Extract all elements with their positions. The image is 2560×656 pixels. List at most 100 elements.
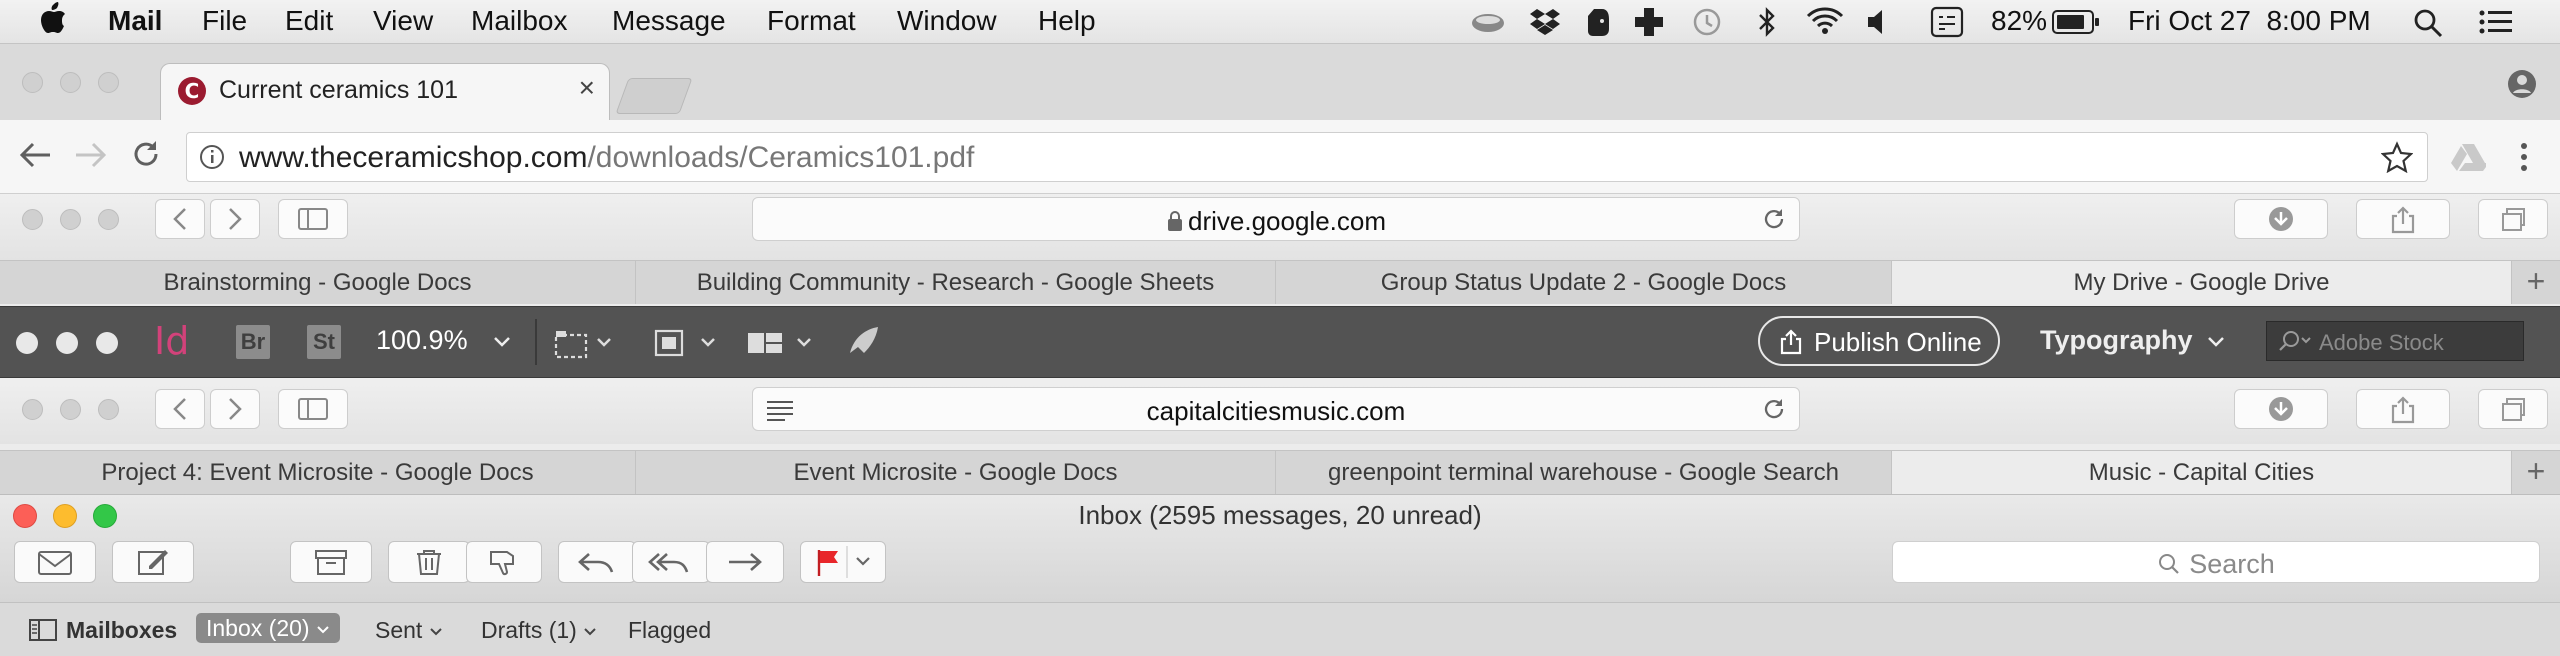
safari1-sidebar-button[interactable] (278, 199, 348, 239)
zoom-level[interactable]: 100.9% (376, 325, 468, 356)
fav-mailboxes[interactable]: Mailboxes (66, 617, 177, 644)
safari1-zoom-button[interactable] (98, 209, 119, 230)
dropbox-icon[interactable] (1528, 7, 1562, 37)
menu-window[interactable]: Window (897, 5, 997, 37)
safari1-reload-icon[interactable] (1761, 206, 1787, 232)
google-drive-extension-icon[interactable] (2450, 142, 2486, 172)
time-machine-icon[interactable] (1690, 7, 1722, 37)
apple-icon[interactable] (38, 2, 68, 36)
delete-button[interactable] (388, 541, 470, 583)
safari2-downloads-button[interactable] (2234, 389, 2328, 429)
safari1-tabs-button[interactable] (2478, 199, 2548, 239)
chrome-address-bar[interactable]: www.theceramicshop.com/downloads/Ceramic… (186, 132, 2428, 182)
fav-sent[interactable]: Sent (375, 617, 443, 644)
reply-button[interactable] (558, 541, 636, 583)
menu-edit[interactable]: Edit (285, 5, 333, 37)
plus-app-icon[interactable] (1633, 6, 1665, 38)
safari2-sidebar-button[interactable] (278, 389, 348, 429)
safari2-new-tab-icon[interactable]: + (2512, 451, 2560, 494)
safari2-forward-button[interactable] (210, 389, 260, 429)
safari2-tab[interactable]: Project 4: Event Microsite - Google Docs (0, 451, 636, 494)
chrome-close-button[interactable] (22, 72, 43, 93)
safari1-forward-button[interactable] (210, 199, 260, 239)
safari2-address-bar[interactable]: capitalcitiesmusic.com (752, 387, 1800, 431)
indesign-close-button[interactable] (16, 332, 38, 354)
reload-icon[interactable] (130, 138, 162, 170)
workspace-switcher[interactable]: Typography (2040, 325, 2193, 356)
chrome-menu-icon[interactable] (2518, 141, 2530, 173)
flag-button[interactable] (800, 541, 886, 583)
menu-app-name[interactable]: Mail (108, 5, 162, 37)
menu-message[interactable]: Message (612, 5, 726, 37)
site-info-icon[interactable] (199, 144, 225, 170)
menubar-clock[interactable]: Fri Oct 27 8:00 PM (2128, 5, 2371, 37)
workspace-chevron-icon[interactable] (2206, 335, 2226, 349)
publish-online-button[interactable]: Publish Online (1758, 316, 2000, 366)
safari2-tab-active[interactable]: Music - Capital Cities (1892, 451, 2512, 494)
safari1-share-button[interactable] (2356, 199, 2450, 239)
adobe-stock-search[interactable]: Adobe Stock (2266, 321, 2524, 361)
safari1-tab[interactable]: Building Community - Research - Google S… (636, 261, 1276, 304)
indesign-minimize-button[interactable] (56, 332, 78, 354)
forward-button[interactable] (706, 541, 784, 583)
wifi-icon[interactable] (1805, 6, 1845, 36)
menu-file[interactable]: File (202, 5, 247, 37)
chrome-zoom-button[interactable] (98, 72, 119, 93)
volume-icon[interactable] (1866, 8, 1892, 36)
menu-help[interactable]: Help (1038, 5, 1096, 37)
adobe-stock-app-button[interactable]: St (307, 325, 341, 359)
safari2-tab[interactable]: Event Microsite - Google Docs (636, 451, 1276, 494)
menu-mailbox[interactable]: Mailbox (471, 5, 567, 37)
safari1-new-tab-icon[interactable]: + (2512, 261, 2560, 304)
view-options-icon[interactable] (650, 327, 720, 359)
safari1-tab[interactable]: Brainstorming - Google Docs (0, 261, 636, 304)
fav-drafts[interactable]: Drafts (1) (481, 617, 597, 644)
gpu-performance-icon[interactable] (844, 323, 884, 363)
close-tab-icon[interactable]: × (579, 72, 595, 104)
input-menu-icon[interactable] (1930, 6, 1964, 38)
fav-inbox[interactable]: Inbox (20) (196, 613, 340, 643)
menu-format[interactable]: Format (767, 5, 856, 37)
safari2-reload-icon[interactable] (1761, 396, 1787, 422)
bridge-button[interactable]: Br (236, 325, 270, 359)
menu-view[interactable]: View (373, 5, 433, 37)
mail-search-field[interactable]: Search (1892, 541, 2540, 583)
safari1-address-bar[interactable]: drive.google.com (752, 197, 1800, 241)
safari2-close-button[interactable] (22, 399, 43, 420)
chrome-profile-icon[interactable] (2506, 68, 2538, 100)
safari2-zoom-button[interactable] (98, 399, 119, 420)
battery-percent[interactable]: 82% (1991, 5, 2047, 37)
bluetooth-icon[interactable] (1756, 6, 1778, 38)
safari1-minimize-button[interactable] (60, 209, 81, 230)
safari2-tab[interactable]: greenpoint terminal warehouse - Google S… (1276, 451, 1892, 494)
teacup-icon[interactable] (1470, 9, 1508, 35)
notification-center-icon[interactable] (2478, 8, 2514, 36)
new-tab-button[interactable] (615, 78, 693, 114)
safari2-share-button[interactable] (2356, 389, 2450, 429)
safari1-downloads-button[interactable] (2234, 199, 2328, 239)
reply-all-button[interactable] (632, 541, 710, 583)
safari2-minimize-button[interactable] (60, 399, 81, 420)
evernote-icon[interactable] (1584, 6, 1612, 38)
battery-icon[interactable] (2052, 10, 2100, 34)
forward-arrow-icon[interactable] (74, 140, 108, 170)
safari1-back-button[interactable] (155, 199, 205, 239)
chrome-tab[interactable]: C Current ceramics 101 × (160, 63, 610, 120)
safari1-tab[interactable]: Group Status Update 2 - Google Docs (1276, 261, 1892, 304)
back-arrow-icon[interactable] (18, 140, 52, 170)
compose-button[interactable] (112, 541, 194, 583)
get-mail-button[interactable] (14, 541, 96, 583)
chrome-minimize-button[interactable] (60, 72, 81, 93)
arrange-documents-icon[interactable] (744, 327, 818, 359)
safari1-tab-active[interactable]: My Drive - Google Drive (1892, 261, 2512, 304)
spotlight-icon[interactable] (2412, 7, 2444, 39)
zoom-dropdown-chevron-icon[interactable] (492, 335, 512, 349)
junk-button[interactable] (466, 541, 542, 583)
indesign-zoom-button[interactable] (96, 332, 118, 354)
bookmark-star-icon[interactable] (2381, 141, 2413, 173)
archive-button[interactable] (290, 541, 372, 583)
safari2-tabs-button[interactable] (2478, 389, 2548, 429)
safari2-back-button[interactable] (155, 389, 205, 429)
mailboxes-sidebar-icon[interactable] (28, 618, 58, 642)
screen-mode-icon[interactable] (552, 327, 618, 359)
